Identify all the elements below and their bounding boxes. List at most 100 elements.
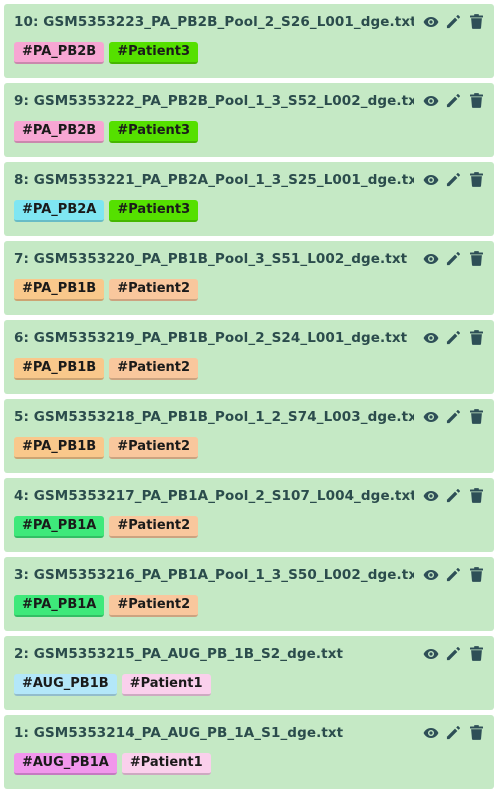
- eye-icon: [423, 490, 438, 501]
- tag-list: #PA_PB1B #Patient2: [14, 358, 484, 380]
- dataset-title: 6: GSM5353219_PA_PB1B_Pool_2_S24_L001_dg…: [14, 330, 408, 346]
- item-actions: [422, 487, 485, 504]
- pencil-icon: [446, 331, 460, 345]
- pencil-icon: [446, 568, 460, 582]
- dataset-title: 7: GSM5353220_PA_PB1B_Pool_3_S51_L002_dg…: [14, 251, 408, 267]
- eye-icon: [423, 174, 438, 185]
- tag-badge[interactable]: #AUG_PB1B: [14, 674, 117, 696]
- view-button[interactable]: [422, 329, 439, 346]
- dataset-title: 1: GSM5353214_PA_AUG_PB_1A_S1_dge.txt: [14, 725, 344, 741]
- dataset-item: 10: GSM5353223_PA_PB2B_Pool_2_S26_L001_d…: [4, 4, 494, 78]
- view-button[interactable]: [422, 13, 439, 30]
- tag-badge[interactable]: #PA_PB1B: [14, 437, 105, 459]
- delete-button[interactable]: [468, 645, 485, 662]
- edit-button[interactable]: [445, 171, 462, 188]
- edit-button[interactable]: [445, 408, 462, 425]
- eye-icon: [423, 16, 438, 27]
- tag-badge[interactable]: #PA_PB1A: [14, 595, 105, 617]
- dataset-title: 8: GSM5353221_PA_PB2A_Pool_1_3_S25_L001_…: [14, 172, 414, 188]
- trash-icon: [470, 409, 483, 424]
- dataset-item: 6: GSM5353219_PA_PB1B_Pool_2_S24_L001_dg…: [4, 320, 494, 394]
- eye-icon: [423, 332, 438, 343]
- edit-button[interactable]: [445, 250, 462, 267]
- tag-list: #AUG_PB1B #Patient1: [14, 674, 484, 696]
- pencil-icon: [446, 94, 460, 108]
- dataset-title: 10: GSM5353223_PA_PB2B_Pool_2_S26_L001_d…: [14, 14, 414, 30]
- item-actions: [422, 92, 485, 109]
- edit-button[interactable]: [445, 566, 462, 583]
- dataset-item: 5: GSM5353218_PA_PB1B_Pool_1_2_S74_L003_…: [4, 399, 494, 473]
- dataset-title: 5: GSM5353218_PA_PB1B_Pool_1_2_S74_L003_…: [14, 409, 414, 425]
- tag-list: #PA_PB1A #Patient2: [14, 595, 484, 617]
- trash-icon: [470, 725, 483, 740]
- delete-button[interactable]: [468, 566, 485, 583]
- delete-button[interactable]: [468, 13, 485, 30]
- tag-list: #PA_PB2B #Patient3: [14, 121, 484, 143]
- view-button[interactable]: [422, 487, 439, 504]
- delete-button[interactable]: [468, 724, 485, 741]
- edit-button[interactable]: [445, 92, 462, 109]
- eye-icon: [423, 411, 438, 422]
- tag-badge[interactable]: #Patient1: [121, 674, 211, 696]
- edit-button[interactable]: [445, 13, 462, 30]
- view-button[interactable]: [422, 92, 439, 109]
- trash-icon: [470, 567, 483, 582]
- dataset-title: 3: GSM5353216_PA_PB1A_Pool_1_3_S50_L002_…: [14, 567, 414, 583]
- pencil-icon: [446, 410, 460, 424]
- tag-badge[interactable]: #AUG_PB1A: [14, 753, 117, 775]
- eye-icon: [423, 253, 438, 264]
- item-actions: [422, 724, 485, 741]
- delete-button[interactable]: [468, 250, 485, 267]
- edit-button[interactable]: [445, 645, 462, 662]
- delete-button[interactable]: [468, 171, 485, 188]
- tag-badge[interactable]: #Patient2: [109, 516, 199, 538]
- view-button[interactable]: [422, 408, 439, 425]
- tag-badge[interactable]: #PA_PB1B: [14, 279, 105, 301]
- tag-badge[interactable]: #PA_PB2B: [14, 42, 105, 64]
- pencil-icon: [446, 726, 460, 740]
- dataset-item: 4: GSM5353217_PA_PB1A_Pool_2_S107_L004_d…: [4, 478, 494, 552]
- delete-button[interactable]: [468, 487, 485, 504]
- edit-button[interactable]: [445, 724, 462, 741]
- dataset-title: 4: GSM5353217_PA_PB1A_Pool_2_S107_L004_d…: [14, 488, 414, 504]
- delete-button[interactable]: [468, 92, 485, 109]
- pencil-icon: [446, 647, 460, 661]
- tag-badge[interactable]: #Patient2: [109, 279, 199, 301]
- trash-icon: [470, 14, 483, 29]
- trash-icon: [470, 330, 483, 345]
- trash-icon: [470, 172, 483, 187]
- dataset-item: 9: GSM5353222_PA_PB2B_Pool_1_3_S52_L002_…: [4, 83, 494, 157]
- eye-icon: [423, 727, 438, 738]
- tag-badge[interactable]: #Patient2: [109, 358, 199, 380]
- dataset-item: 2: GSM5353215_PA_AUG_PB_1B_S2_dge.txt #A…: [4, 636, 494, 710]
- tag-badge[interactable]: #Patient1: [121, 753, 211, 775]
- pencil-icon: [446, 252, 460, 266]
- tag-badge[interactable]: #Patient3: [109, 121, 199, 143]
- view-button[interactable]: [422, 724, 439, 741]
- tag-badge[interactable]: #PA_PB1B: [14, 358, 105, 380]
- edit-button[interactable]: [445, 487, 462, 504]
- tag-badge[interactable]: #PA_PB2B: [14, 121, 105, 143]
- view-button[interactable]: [422, 171, 439, 188]
- tag-badge[interactable]: #Patient3: [109, 200, 199, 222]
- tag-badge[interactable]: #PA_PB1A: [14, 516, 105, 538]
- view-button[interactable]: [422, 645, 439, 662]
- item-actions: [422, 13, 485, 30]
- eye-icon: [423, 569, 438, 580]
- dataset-item: 1: GSM5353214_PA_AUG_PB_1A_S1_dge.txt #A…: [4, 715, 494, 789]
- item-actions: [422, 566, 485, 583]
- view-button[interactable]: [422, 250, 439, 267]
- delete-button[interactable]: [468, 329, 485, 346]
- dataset-item: 8: GSM5353221_PA_PB2A_Pool_1_3_S25_L001_…: [4, 162, 494, 236]
- eye-icon: [423, 95, 438, 106]
- item-actions: [422, 250, 485, 267]
- tag-badge[interactable]: #Patient3: [109, 42, 199, 64]
- item-actions: [422, 329, 485, 346]
- item-actions: [422, 408, 485, 425]
- view-button[interactable]: [422, 566, 439, 583]
- tag-badge[interactable]: #Patient2: [109, 595, 199, 617]
- delete-button[interactable]: [468, 408, 485, 425]
- tag-badge[interactable]: #PA_PB2A: [14, 200, 105, 222]
- tag-badge[interactable]: #Patient2: [109, 437, 199, 459]
- edit-button[interactable]: [445, 329, 462, 346]
